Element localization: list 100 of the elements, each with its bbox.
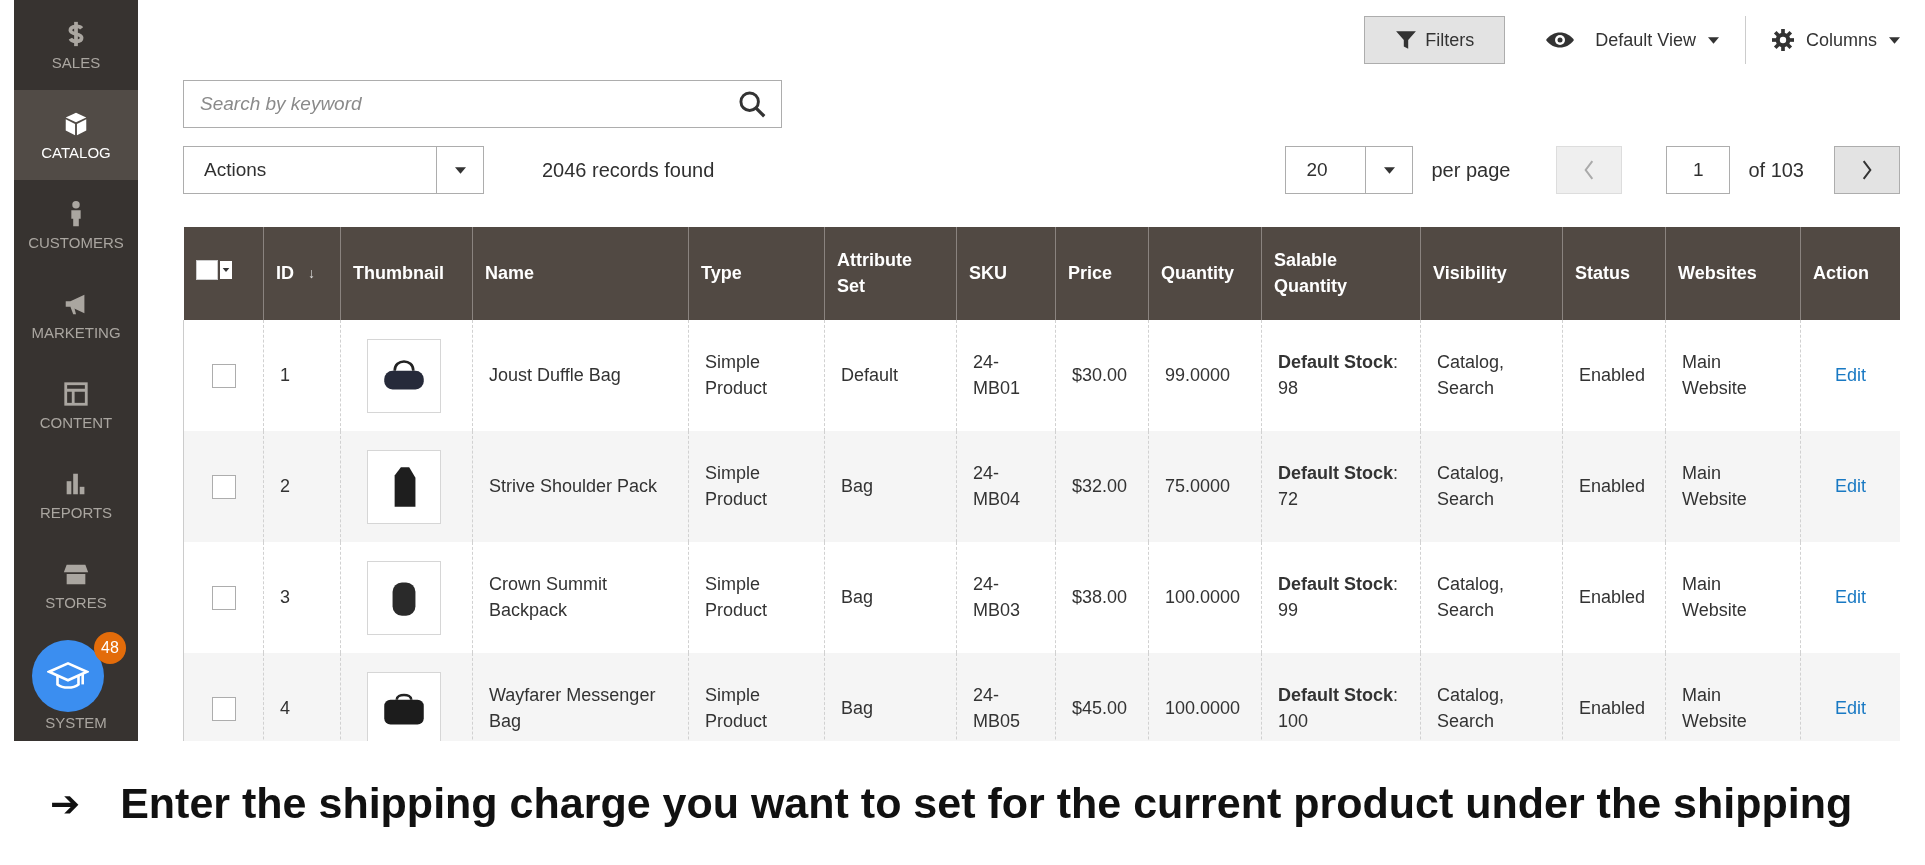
edit-link[interactable]: Edit <box>1835 586 1866 607</box>
column-header[interactable]: Price <box>1055 227 1149 320</box>
caret-icon <box>1889 36 1900 44</box>
table-cell: 3 <box>280 586 290 607</box>
funnel-icon <box>1395 29 1418 51</box>
table-cell: 24-MB03 <box>973 574 1021 620</box>
table-cell: Main Website <box>1682 574 1747 620</box>
table-cell: Catalog, Search <box>1437 463 1505 509</box>
table-cell: Simple Product <box>705 574 768 620</box>
table-cell: Main Website <box>1682 352 1747 398</box>
table-cell: 4 <box>280 697 290 718</box>
product-name: Wayfarer Messenger Bag <box>489 685 656 731</box>
table-cell: Default <box>841 364 899 385</box>
search-icon <box>738 90 766 118</box>
column-header[interactable]: Type <box>688 227 825 320</box>
table-cell: Main Website <box>1682 463 1747 509</box>
table-cell: Bag <box>841 475 874 496</box>
sidebar-item[interactable]: CUSTOMERS <box>14 180 138 270</box>
gear-icon <box>1771 29 1794 51</box>
table-cell: 2 <box>280 475 290 496</box>
eye-icon <box>1545 30 1576 50</box>
per-page-label: per page <box>1431 158 1511 182</box>
salable-quantity: Default Stock: 100 <box>1278 685 1399 731</box>
table-cell: Enabled <box>1579 475 1646 496</box>
column-header[interactable]: Websites <box>1665 227 1801 320</box>
column-header[interactable]: ID ↓ <box>263 227 341 320</box>
caret-icon <box>454 166 466 174</box>
arrow-bullet: ➔ <box>50 782 81 824</box>
column-header[interactable]: Quantity <box>1148 227 1262 320</box>
edit-link[interactable]: Edit <box>1835 364 1866 385</box>
product-name: Joust Duffle Bag <box>489 364 621 385</box>
table-cell: Simple Product <box>705 352 768 398</box>
caret-icon <box>219 260 232 279</box>
product-name: Crown Summit Backpack <box>489 574 608 620</box>
row-checkbox[interactable] <box>212 696 236 721</box>
table-cell: Bag <box>841 586 874 607</box>
table-cell: Enabled <box>1579 697 1646 718</box>
column-header[interactable]: Action <box>1800 227 1900 320</box>
filters-button[interactable]: Filters <box>1364 16 1506 64</box>
column-header[interactable]: Salable Quantity <box>1261 227 1421 320</box>
column-header[interactable]: SKU <box>956 227 1056 320</box>
salable-quantity: Default Stock: 98 <box>1278 352 1399 398</box>
table-cell: Catalog, Search <box>1437 352 1505 398</box>
table-cell: $32.00 <box>1072 475 1128 496</box>
edit-link[interactable]: Edit <box>1835 697 1866 718</box>
sidebar-item[interactable]: MARKETING <box>14 270 138 360</box>
sidebar-item[interactable]: SYSTEM <box>14 712 138 737</box>
caret-icon <box>1707 36 1719 44</box>
row-checkbox[interactable] <box>212 474 236 499</box>
page-total: of 103 <box>1748 158 1804 182</box>
chevron-left-icon <box>1583 160 1596 180</box>
salable-quantity: Default Stock: 72 <box>1278 463 1399 509</box>
mass-select-control[interactable] <box>195 259 232 280</box>
table-cell: Enabled <box>1579 364 1646 385</box>
table-cell: 1 <box>280 364 290 385</box>
column-header[interactable]: Attribute Set <box>824 227 957 320</box>
caret-icon <box>1383 166 1395 174</box>
column-header[interactable]: Visibility <box>1420 227 1563 320</box>
per-page-dropdown[interactable]: 20 <box>1285 146 1414 194</box>
view-dropdown[interactable]: Default View <box>1545 29 1719 51</box>
sidebar-item[interactable]: CONTENT <box>14 360 138 450</box>
notification-badge: 48 <box>94 632 126 664</box>
next-page-button[interactable] <box>1834 146 1900 194</box>
table-cell: 100.0000 <box>1165 586 1241 607</box>
columns-dropdown[interactable]: Columns <box>1771 29 1900 51</box>
table-cell: Simple Product <box>705 463 768 509</box>
row-checkbox[interactable] <box>212 363 236 388</box>
table-cell: 100.0000 <box>1165 697 1241 718</box>
table-cell: 24-MB05 <box>973 685 1021 731</box>
table-cell: Bag <box>841 697 874 718</box>
column-header[interactable]: Status <box>1562 227 1666 320</box>
sidebar-item[interactable]: REPORTS <box>14 450 138 540</box>
table-cell: 24-MB01 <box>973 352 1021 398</box>
product-name: Strive Shoulder Pack <box>489 475 658 496</box>
table-cell: $45.00 <box>1072 697 1128 718</box>
row-checkbox[interactable] <box>212 585 236 610</box>
checkbox[interactable] <box>195 259 218 280</box>
table-cell: $30.00 <box>1072 364 1128 385</box>
caption-text: Enter the shipping charge you want to set for the current product under the shipping <box>120 778 1853 828</box>
table-cell: Simple Product <box>705 685 768 731</box>
table-cell: Enabled <box>1579 586 1646 607</box>
table-cell: 24-MB04 <box>973 463 1021 509</box>
table-cell: 99.0000 <box>1165 364 1231 385</box>
sidebar-item[interactable]: SALES <box>14 0 138 90</box>
table-cell: Main Website <box>1682 685 1747 731</box>
table-cell: 75.0000 <box>1165 475 1231 496</box>
table-cell: $38.00 <box>1072 586 1128 607</box>
table-cell: Catalog, Search <box>1437 574 1505 620</box>
column-header[interactable]: Name <box>472 227 689 320</box>
page-number-field[interactable]: 1 <box>1666 146 1731 194</box>
search-field[interactable]: Search by keyword <box>183 80 782 128</box>
column-header[interactable]: Thumbnail <box>340 227 473 320</box>
table-cell: Catalog, Search <box>1437 685 1505 731</box>
graduation-cap-icon <box>47 660 89 692</box>
edit-link[interactable]: Edit <box>1835 475 1866 496</box>
actions-dropdown[interactable]: Actions <box>183 146 484 194</box>
sidebar-item[interactable]: STORES <box>14 540 138 630</box>
sidebar-item[interactable]: CATALOG <box>14 90 138 180</box>
salable-quantity: Default Stock: 99 <box>1278 574 1399 620</box>
layout-icon <box>62 379 90 408</box>
